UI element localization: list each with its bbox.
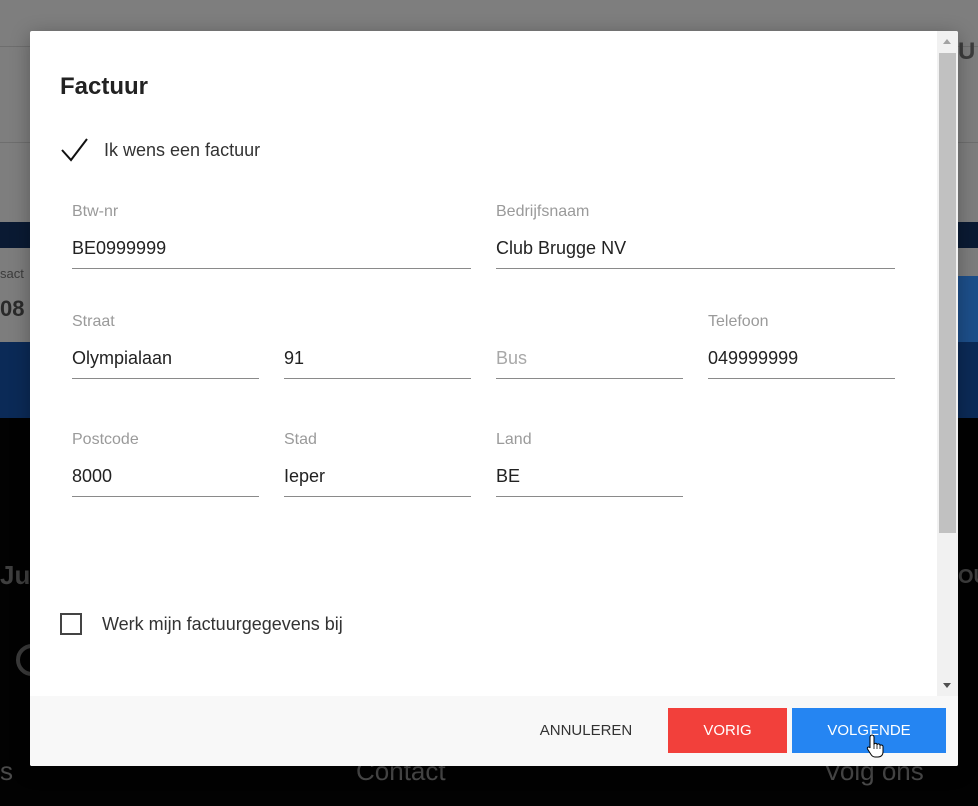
company-input[interactable] xyxy=(496,229,895,269)
phone-field: Telefoon xyxy=(708,313,895,387)
update-details-checkbox-row[interactable]: Werk mijn factuurgegevens bij xyxy=(60,613,343,635)
invoice-checkbox-label: Ik wens een factuur xyxy=(104,139,261,160)
scroll-down-arrow-icon[interactable] xyxy=(943,683,951,688)
city-field: Stad xyxy=(284,431,471,505)
postcode-input[interactable] xyxy=(72,457,259,497)
scroll-up-arrow-icon[interactable] xyxy=(943,39,951,44)
number-field xyxy=(284,313,471,387)
bus-field xyxy=(496,313,683,387)
invoice-modal: Factuur Ik wens een factuur Btw-nr Bedri… xyxy=(30,31,958,766)
modal-footer: ANNULEREN VORIG VOLGENDE xyxy=(30,696,958,766)
background-transaction-value: 08 xyxy=(0,296,25,321)
postcode-label: Postcode xyxy=(72,431,139,448)
modal-title: Factuur xyxy=(60,73,149,100)
previous-button[interactable]: VORIG xyxy=(668,708,787,753)
company-label: Bedrijfsnaam xyxy=(496,203,590,220)
background-header-text: U xyxy=(958,38,976,65)
country-label: Land xyxy=(496,431,532,448)
city-label: Stad xyxy=(284,431,317,448)
invoice-checkbox-row[interactable]: Ik wens een factuur xyxy=(60,137,260,163)
cancel-button[interactable]: ANNULEREN xyxy=(524,708,648,753)
modal-body: Factuur Ik wens een factuur Btw-nr Bedri… xyxy=(30,31,937,696)
company-field: Bedrijfsnaam xyxy=(496,203,895,277)
checkmark-icon[interactable] xyxy=(60,137,90,163)
number-input[interactable] xyxy=(284,339,471,379)
phone-label: Telefoon xyxy=(708,313,769,330)
vat-label: Btw-nr xyxy=(72,203,119,220)
phone-input[interactable] xyxy=(708,339,895,379)
city-input[interactable] xyxy=(284,457,471,497)
country-field: Land xyxy=(496,431,683,505)
street-input[interactable] xyxy=(72,339,259,379)
postcode-field: Postcode xyxy=(72,431,259,505)
vat-input[interactable] xyxy=(72,229,471,269)
scrollbar-thumb[interactable] xyxy=(939,53,956,533)
footer-logo: Ju xyxy=(0,560,31,590)
background-transaction-label: sact xyxy=(0,266,24,281)
update-details-checkbox[interactable] xyxy=(60,613,82,635)
footer-link: s xyxy=(0,756,13,786)
update-details-label: Werk mijn factuurgegevens bij xyxy=(102,613,343,634)
street-label: Straat xyxy=(72,313,115,330)
country-input[interactable] xyxy=(496,457,683,497)
vat-field: Btw-nr xyxy=(72,203,471,277)
bus-input[interactable] xyxy=(496,339,683,379)
footer-text: OU xyxy=(958,566,978,588)
street-field: Straat xyxy=(72,313,259,387)
hand-cursor-icon xyxy=(866,734,884,758)
modal-scrollbar[interactable] xyxy=(937,31,958,696)
